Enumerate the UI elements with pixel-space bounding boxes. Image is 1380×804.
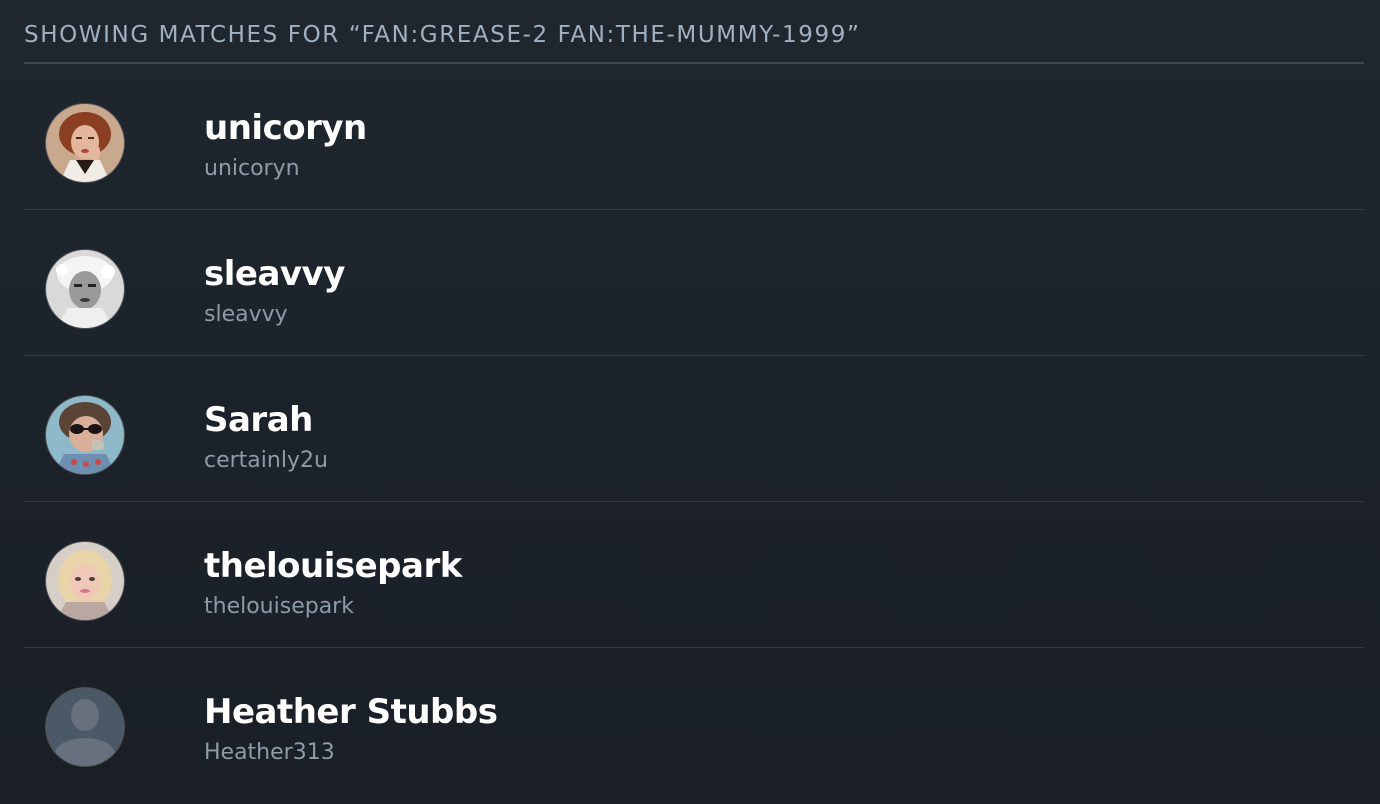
results-heading: SHOWING MATCHES FOR “FAN:GREASE-2 FAN:TH… bbox=[24, 0, 1364, 64]
user-username: Heather313 bbox=[204, 740, 335, 765]
user-display-name[interactable]: thelouisepark bbox=[204, 546, 462, 586]
user-display-name[interactable]: Heather Stubbs bbox=[204, 692, 498, 732]
user-result-row[interactable]: Heather Stubbs Heather313 bbox=[24, 648, 1364, 794]
avatar[interactable] bbox=[46, 250, 124, 328]
user-result-row[interactable]: Sarah certainly2u bbox=[24, 356, 1364, 502]
user-display-name[interactable]: sleavvy bbox=[204, 254, 345, 294]
avatar[interactable] bbox=[46, 688, 124, 766]
user-photo-thelouisepark bbox=[46, 542, 124, 620]
user-result-row[interactable]: unicoryn unicoryn bbox=[24, 64, 1364, 210]
user-display-name[interactable]: Sarah bbox=[204, 400, 313, 440]
user-photo-sleavvy bbox=[46, 250, 124, 328]
user-username: sleavvy bbox=[204, 302, 288, 327]
user-result-row[interactable]: sleavvy sleavvy bbox=[24, 210, 1364, 356]
search-results-panel: SHOWING MATCHES FOR “FAN:GREASE-2 FAN:TH… bbox=[24, 0, 1364, 794]
user-photo-unicoryn bbox=[46, 104, 124, 182]
avatar[interactable] bbox=[46, 542, 124, 620]
user-username: unicoryn bbox=[204, 156, 300, 181]
avatar[interactable] bbox=[46, 104, 124, 182]
default-avatar-icon bbox=[46, 688, 124, 766]
avatar[interactable] bbox=[46, 396, 124, 474]
user-display-name[interactable]: unicoryn bbox=[204, 108, 367, 148]
user-photo-sarah bbox=[46, 396, 124, 474]
user-username: certainly2u bbox=[204, 448, 328, 473]
user-username: thelouisepark bbox=[204, 594, 354, 619]
user-result-row[interactable]: thelouisepark thelouisepark bbox=[24, 502, 1364, 648]
user-results-list: unicoryn unicoryn sleavvy sleavvy Sarah … bbox=[24, 64, 1364, 794]
